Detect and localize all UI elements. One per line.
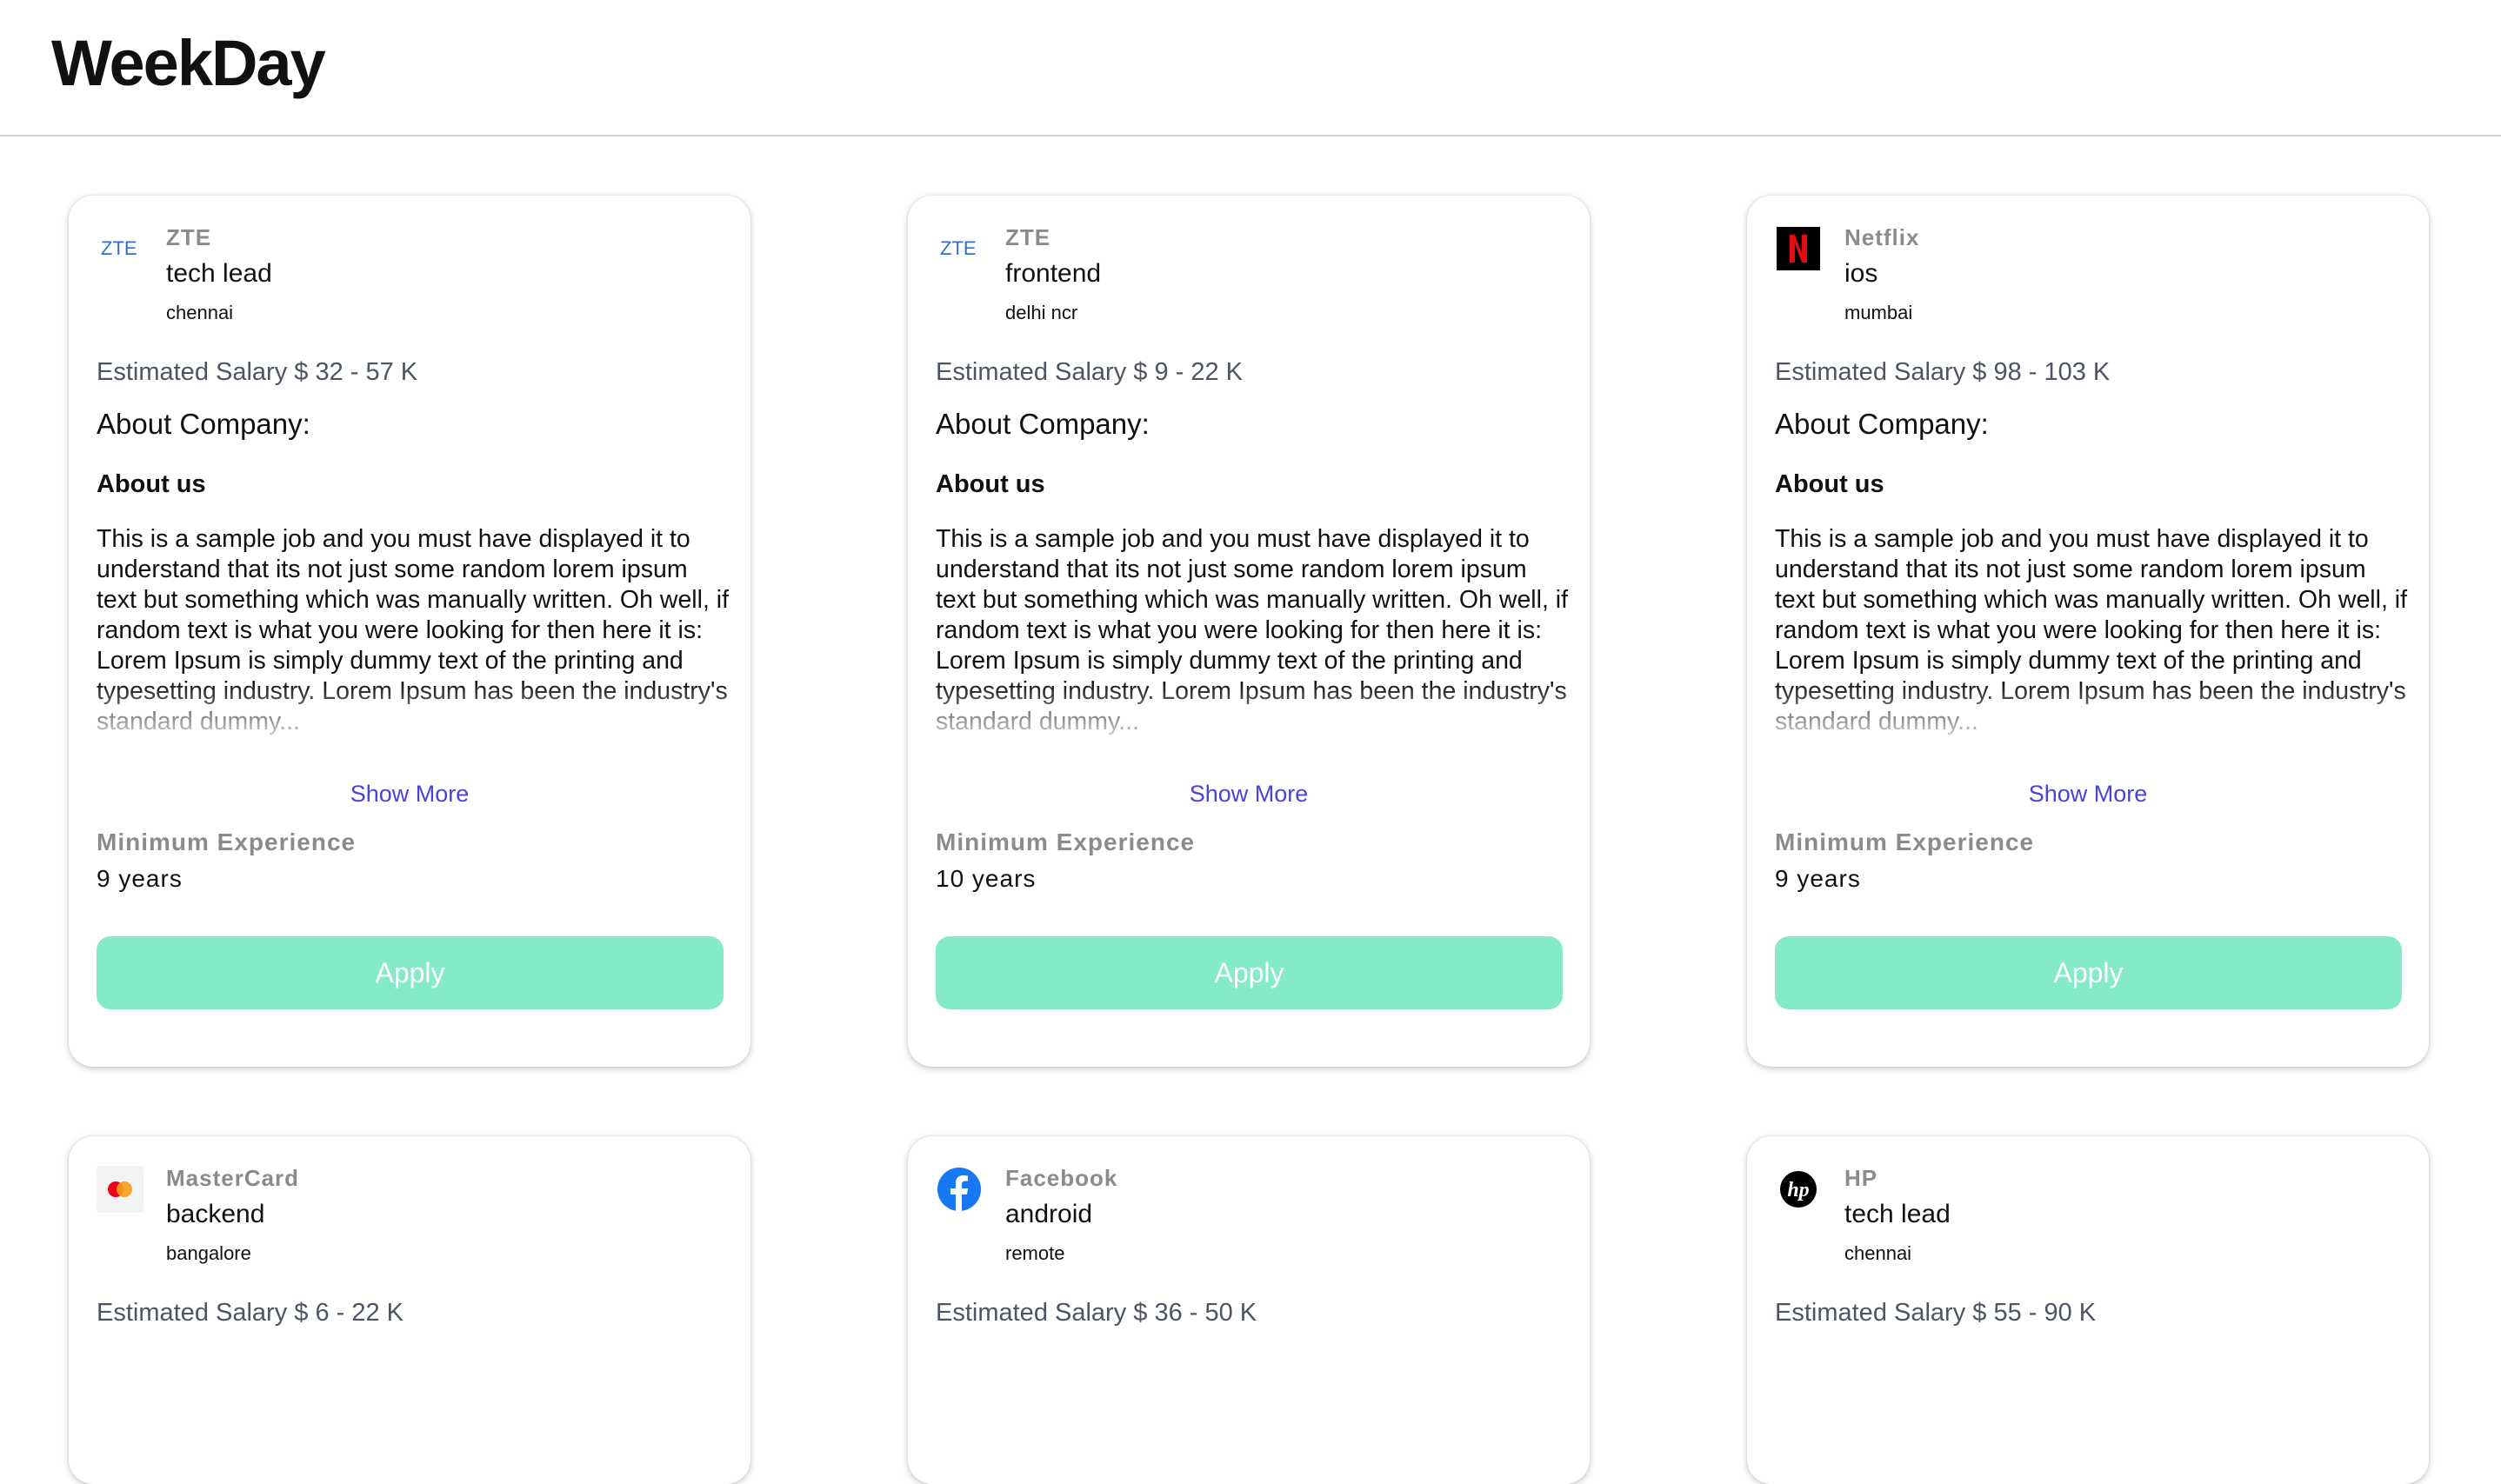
company-name: Netflix <box>1844 224 1920 250</box>
min-experience-label: Minimum Experience <box>1775 829 2035 855</box>
apply-button[interactable]: Apply <box>97 936 724 1009</box>
facebook-logo-icon <box>936 1166 983 1213</box>
show-more-link[interactable]: Show More <box>908 781 1590 808</box>
estimated-salary: Estimated Salary $ 6 - 22 K <box>97 1299 403 1327</box>
estimated-salary: Estimated Salary $ 55 - 90 K <box>1775 1299 2097 1327</box>
job-role: ios <box>1844 259 1878 288</box>
mastercard-logo-icon <box>97 1166 143 1213</box>
job-card: ZTE ZTE frontend delhi ncr Estimated Sal… <box>908 196 1590 1067</box>
zte-logo-icon: ZTE <box>936 225 983 272</box>
app-header: WeekDay <box>0 0 2501 136</box>
apply-button[interactable]: Apply <box>1775 936 2402 1009</box>
job-card: hp HP tech lead chennai Estimated Salary… <box>1747 1136 2429 1484</box>
about-company-heading: About Company: <box>1775 408 1989 440</box>
job-role: backend <box>166 1200 265 1228</box>
job-location: bangalore <box>166 1242 251 1264</box>
min-experience-label: Minimum Experience <box>97 829 357 855</box>
min-experience-value: 10 years <box>936 865 1037 892</box>
min-experience-value: 9 years <box>97 865 183 892</box>
apply-button[interactable]: Apply <box>936 936 1563 1009</box>
job-card: Facebook android remote Estimated Salary… <box>908 1136 1590 1484</box>
estimated-salary: Estimated Salary $ 9 - 22 K <box>936 358 1243 386</box>
description-fade <box>97 682 731 769</box>
svg-text:hp: hp <box>1787 1179 1809 1201</box>
company-name: HP <box>1844 1165 1878 1191</box>
company-name: ZTE <box>1005 224 1051 250</box>
app-logo[interactable]: WeekDay <box>51 26 326 100</box>
min-experience-label: Minimum Experience <box>936 829 1196 855</box>
svg-text:ZTE: ZTE <box>940 237 977 259</box>
show-more-link[interactable]: Show More <box>1747 781 2429 808</box>
job-role: tech lead <box>166 259 272 288</box>
description-fade <box>1775 682 2410 769</box>
estimated-salary: Estimated Salary $ 98 - 103 K <box>1775 358 2111 386</box>
about-company-heading: About Company: <box>97 408 310 440</box>
about-us-heading: About us <box>97 470 206 498</box>
company-name: ZTE <box>166 224 212 250</box>
job-role: frontend <box>1005 259 1102 288</box>
job-card: ZTE ZTE tech lead chennai Estimated Sala… <box>69 196 750 1067</box>
job-card: MasterCard backend bangalore Estimated S… <box>69 1136 750 1484</box>
hp-logo-icon: hp <box>1775 1166 1822 1213</box>
job-location: remote <box>1005 1242 1065 1264</box>
job-location: mumbai <box>1844 302 1913 323</box>
about-us-heading: About us <box>936 470 1045 498</box>
job-location: chennai <box>166 302 234 323</box>
company-name: Facebook <box>1005 1165 1118 1191</box>
job-location: delhi ncr <box>1005 302 1078 323</box>
netflix-logo-icon <box>1775 225 1822 272</box>
estimated-salary: Estimated Salary $ 36 - 50 K <box>936 1299 1257 1327</box>
job-location: chennai <box>1844 1242 1912 1264</box>
job-card: Netflix ios mumbai Estimated Salary $ 98… <box>1747 196 2429 1067</box>
show-more-link[interactable]: Show More <box>69 781 750 808</box>
estimated-salary: Estimated Salary $ 32 - 57 K <box>97 358 418 386</box>
svg-text:ZTE: ZTE <box>101 237 137 259</box>
company-name: MasterCard <box>166 1165 300 1191</box>
min-experience-value: 9 years <box>1775 865 1861 892</box>
job-role: android <box>1005 1200 1093 1228</box>
zte-logo-icon: ZTE <box>97 225 143 272</box>
about-us-heading: About us <box>1775 470 1884 498</box>
about-company-heading: About Company: <box>936 408 1150 440</box>
job-role: tech lead <box>1844 1200 1951 1228</box>
description-fade <box>936 682 1571 769</box>
